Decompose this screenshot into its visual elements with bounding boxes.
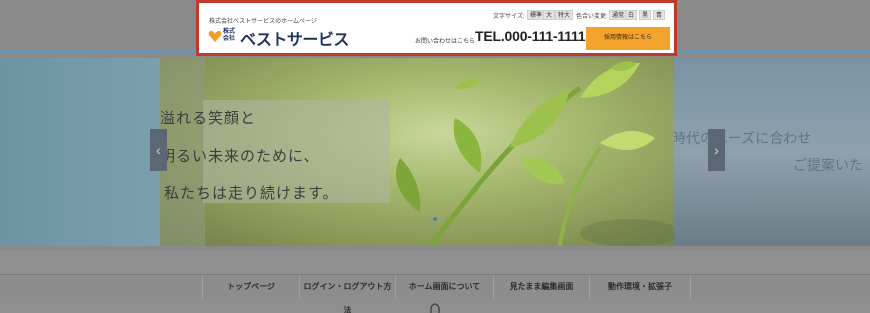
next-slide-line-1: 時代のニーズに合わせ bbox=[672, 130, 812, 146]
prev-slide-button[interactable]: ‹ bbox=[150, 129, 167, 171]
logo-kaisha: 株式 会社 bbox=[223, 29, 236, 42]
hero-line-1: 溢れる笑顔と bbox=[160, 110, 257, 127]
company-logo-icon bbox=[208, 31, 222, 42]
color-blue-button[interactable]: 青 bbox=[653, 10, 666, 20]
hero-line-3: 私たちは走り続けます。 bbox=[164, 185, 339, 202]
slide-dot-3[interactable] bbox=[440, 217, 444, 221]
font-size-xlarge-button[interactable]: 特大 bbox=[555, 10, 574, 20]
color-label: 色合い変更: bbox=[576, 14, 608, 20]
bell-icon bbox=[430, 303, 440, 313]
nav-item-wysiwyg[interactable]: 見たまま編集画面 bbox=[493, 275, 589, 299]
prev-slide-preview bbox=[0, 58, 160, 246]
phone-number[interactable]: TEL.000-111-1111 bbox=[475, 28, 586, 44]
slide-dot-2[interactable] bbox=[433, 217, 437, 221]
recruit-button[interactable]: 採用情報はこちら bbox=[586, 27, 670, 50]
slide-indicators bbox=[426, 208, 447, 226]
color-white-button[interactable]: 白 bbox=[625, 10, 638, 20]
slide-dot-1[interactable] bbox=[426, 217, 430, 221]
nav-item-home-screen[interactable]: ホーム画面について bbox=[395, 275, 493, 299]
nav-item-login[interactable]: ログイン・ログアウト方法 bbox=[299, 275, 395, 313]
next-slide-line-2: ご提案いた bbox=[793, 157, 863, 173]
hero-slider: 時代のニーズに合わせ ご提案いた 溢れる笑顔と 明るい未来のために、 私たちは走… bbox=[0, 53, 870, 251]
hero-line-2: 明るい未来のために、 bbox=[160, 148, 320, 165]
site-header-highlighted: 株式会社ベストサービスのホームページ 株式 会社 ベストサービス 文字サイズ: 標… bbox=[196, 0, 677, 56]
company-name-logo[interactable]: ベストサービス bbox=[240, 26, 349, 50]
nav-item-top[interactable]: トップページ bbox=[202, 275, 299, 299]
next-slide-button[interactable]: › bbox=[708, 129, 725, 171]
font-size-large-button[interactable]: 大 bbox=[543, 10, 556, 20]
nav-item-environment[interactable]: 動作環境・拡張子 bbox=[589, 275, 691, 299]
next-slide-preview: 時代のニーズに合わせ ご提案いた bbox=[672, 58, 870, 246]
global-nav: トップページ ログイン・ログアウト方法 ホーム画面について 見たまま編集画面 動… bbox=[0, 274, 870, 313]
contact-text: お問い合わせはこちら bbox=[415, 39, 476, 45]
color-black-button[interactable]: 黒 bbox=[639, 10, 652, 20]
current-slide: 溢れる笑顔と 明るい未来のために、 私たちは走り続けます。 bbox=[160, 58, 674, 246]
site-tagline: 株式会社ベストサービスのホームページ bbox=[209, 19, 317, 25]
font-size-label: 文字サイズ: bbox=[493, 14, 525, 20]
